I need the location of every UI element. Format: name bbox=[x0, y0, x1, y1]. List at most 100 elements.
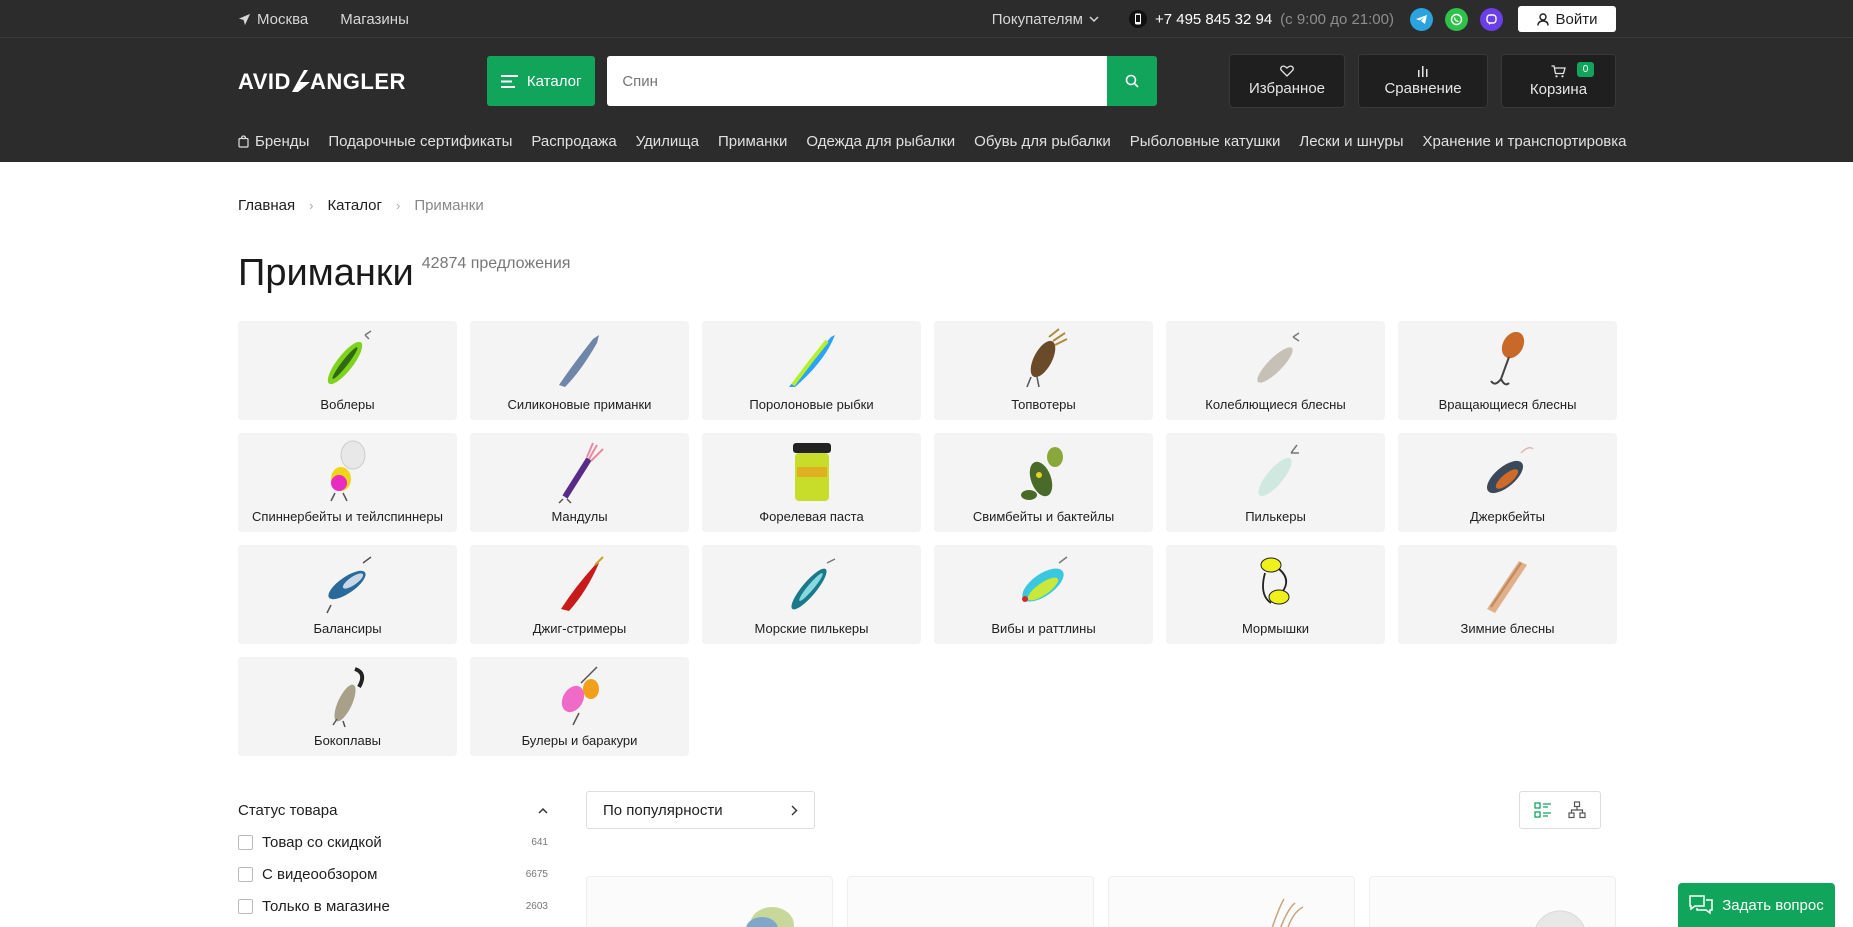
sea-pilker-icon bbox=[790, 558, 835, 610]
stores-link[interactable]: Магазины bbox=[340, 11, 409, 28]
category-card[interactable]: Вращающиеся блесны bbox=[1398, 321, 1617, 420]
category-label: Свимбейты и бактейлы bbox=[972, 509, 1115, 524]
nav-label: Распродажа bbox=[531, 132, 617, 150]
sort-dropdown[interactable]: По популярности bbox=[586, 791, 815, 829]
location-arrow-icon bbox=[238, 13, 251, 25]
compare-button[interactable]: Сравнение bbox=[1358, 54, 1488, 108]
svg-text:ANGLER: ANGLER bbox=[310, 69, 406, 94]
filters-panel: Статус товара Товар со скидкой 641 С вид… bbox=[238, 791, 552, 927]
breadcrumb-catalog[interactable]: Каталог bbox=[327, 197, 382, 214]
nav-item-footwear[interactable]: Обувь для рыбалки bbox=[974, 133, 1111, 150]
category-card[interactable]: Бокоплавы bbox=[238, 657, 457, 756]
category-card[interactable]: Мандулы bbox=[470, 433, 689, 532]
telegram-icon[interactable] bbox=[1410, 7, 1433, 31]
category-label: Зимние блесны bbox=[1460, 621, 1555, 636]
menu-lines-icon bbox=[500, 74, 518, 88]
checkbox[interactable] bbox=[238, 898, 253, 914]
nav-label: Одежда для рыбалки bbox=[806, 132, 956, 150]
search-button[interactable] bbox=[1107, 56, 1157, 106]
cart-label: Корзина bbox=[1529, 80, 1588, 98]
spinner-icon bbox=[1489, 331, 1524, 386]
filter-status-header[interactable]: Статус товара bbox=[238, 799, 552, 821]
nav-item-storage[interactable]: Хранение и транспортировка bbox=[1423, 133, 1627, 150]
buyers-menu[interactable]: Покупателям bbox=[992, 11, 1099, 28]
category-card[interactable]: Мормышки bbox=[1166, 545, 1385, 644]
buyers-label: Покупателям bbox=[991, 10, 1083, 28]
ask-question-button[interactable]: Задать вопрос bbox=[1678, 883, 1835, 927]
nav-item-reels[interactable]: Рыболовные катушки bbox=[1130, 133, 1281, 150]
main-header: AVID ANGLER Каталог Избранное bbox=[0, 38, 1853, 162]
category-card[interactable]: Топвотеры bbox=[934, 321, 1153, 420]
cart-button[interactable]: Корзина 0 bbox=[1501, 54, 1616, 108]
filter-option-label: Товар со скидкой bbox=[262, 833, 382, 851]
trout-paste-icon bbox=[792, 443, 831, 501]
category-card[interactable]: Джеркбейты bbox=[1398, 433, 1617, 532]
category-card[interactable]: Поролоновые рыбки bbox=[702, 321, 921, 420]
nav-item-rods[interactable]: Удилища bbox=[636, 133, 699, 150]
login-button[interactable]: Войти bbox=[1518, 6, 1616, 32]
product-card[interactable] bbox=[847, 876, 1094, 927]
breadcrumb-separator-icon: › bbox=[395, 197, 401, 213]
swimbait-icon bbox=[1020, 447, 1063, 500]
search-input[interactable] bbox=[607, 56, 1107, 106]
nav-item-sale[interactable]: Распродажа bbox=[531, 133, 616, 150]
category-card[interactable]: Спиннербейты и тейлспиннеры bbox=[238, 433, 457, 532]
category-card[interactable]: Вибы и раттлины bbox=[934, 545, 1153, 644]
phone-link[interactable]: +7 495 845 32 94 (с 9:00 до 21:00) bbox=[1128, 10, 1394, 28]
nav-item-brands[interactable]: Бренды bbox=[238, 133, 309, 150]
checkbox[interactable] bbox=[238, 834, 253, 850]
filter-option-video[interactable]: С видеообзором 6675 bbox=[238, 858, 552, 890]
breadcrumb-home[interactable]: Главная bbox=[238, 197, 295, 214]
category-label: Бокоплавы bbox=[314, 733, 381, 748]
filter-option-discount[interactable]: Товар со скидкой 641 bbox=[238, 826, 552, 858]
nav-item-lures[interactable]: Приманки bbox=[718, 133, 787, 150]
category-card[interactable]: Воблеры bbox=[238, 321, 457, 420]
favorites-button[interactable]: Избранное bbox=[1229, 54, 1345, 108]
product-card[interactable] bbox=[1108, 876, 1355, 927]
cart-icon bbox=[1551, 64, 1566, 77]
phone-icon bbox=[1128, 10, 1147, 28]
chat-bubbles-icon bbox=[1689, 895, 1713, 915]
category-card[interactable]: Зимние блесны bbox=[1398, 545, 1617, 644]
phone-number: +7 495 845 32 94 bbox=[1154, 10, 1273, 28]
viber-icon[interactable] bbox=[1480, 7, 1503, 31]
product-card[interactable] bbox=[1369, 876, 1616, 927]
nav-item-clothing[interactable]: Одежда для рыбалки bbox=[806, 133, 955, 150]
filter-option-count: 641 bbox=[531, 836, 548, 848]
tree-view-icon[interactable] bbox=[1568, 801, 1586, 819]
jerkbait-icon bbox=[1486, 446, 1534, 494]
logo-mark: AVID ANGLER bbox=[238, 69, 406, 94]
heart-icon bbox=[1280, 65, 1294, 77]
amphipod-icon bbox=[331, 667, 364, 728]
list-view-icon[interactable] bbox=[1534, 801, 1552, 819]
category-label: Воблеры bbox=[320, 397, 375, 412]
category-card[interactable]: Форелевая паста bbox=[702, 433, 921, 532]
favorites-label: Избранное bbox=[1248, 80, 1326, 97]
spinnerbait-icon bbox=[329, 440, 365, 502]
category-label: Силиконовые приманки bbox=[507, 397, 652, 412]
whatsapp-icon[interactable] bbox=[1445, 7, 1468, 31]
catalog-button[interactable]: Каталог bbox=[487, 56, 596, 106]
category-card[interactable]: Морские пилькеры bbox=[702, 545, 921, 644]
nav-item-lines[interactable]: Лески и шнуры bbox=[1299, 133, 1403, 150]
checkbox[interactable] bbox=[238, 866, 253, 882]
breadcrumb: Главная › Каталог › Приманки bbox=[238, 195, 1616, 215]
category-card[interactable]: Колеблющиеся блесны bbox=[1166, 321, 1385, 420]
category-card[interactable]: Булеры и баракури bbox=[470, 657, 689, 756]
category-card[interactable]: Балансиры bbox=[238, 545, 457, 644]
category-label: Морские пилькеры bbox=[754, 621, 869, 636]
category-label: Джиг-стримеры bbox=[532, 621, 627, 636]
filter-option-store-only[interactable]: Только в магазине 2603 bbox=[238, 890, 552, 922]
compare-bars-icon bbox=[1417, 66, 1427, 77]
category-card[interactable]: Пилькеры bbox=[1166, 433, 1385, 532]
category-card[interactable]: Джиг-стримеры bbox=[470, 545, 689, 644]
category-card[interactable]: Свимбейты и бактейлы bbox=[934, 433, 1153, 532]
category-card[interactable]: Силиконовые приманки bbox=[470, 321, 689, 420]
chevron-up-icon bbox=[538, 807, 548, 814]
nav-item-gift-cards[interactable]: Подарочные сертификаты bbox=[328, 133, 512, 150]
site-logo[interactable]: AVID ANGLER bbox=[238, 68, 412, 94]
product-card[interactable] bbox=[586, 876, 833, 927]
city-selector[interactable]: Москва bbox=[238, 11, 308, 28]
category-label: Пилькеры bbox=[1245, 509, 1306, 524]
nav-label: Лески и шнуры bbox=[1299, 132, 1404, 150]
